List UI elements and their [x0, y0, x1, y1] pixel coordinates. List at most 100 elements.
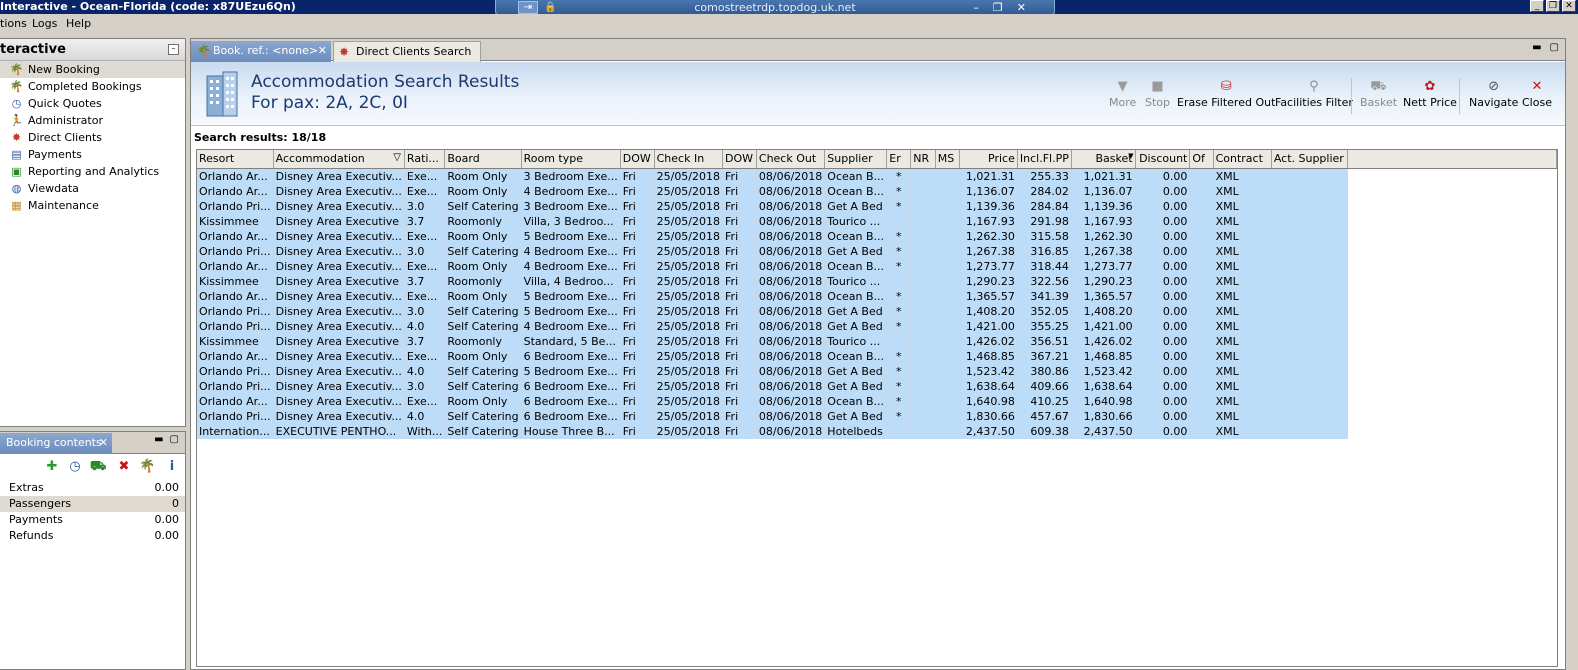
- cell-er: *: [886, 168, 912, 184]
- column-header-nr[interactable]: NR: [910, 150, 936, 169]
- column-header-incl-fl-pp[interactable]: Incl.Fl.PP: [1017, 150, 1072, 169]
- maximize-panel-button[interactable]: ▢: [170, 434, 179, 445]
- table-row[interactable]: Orlando Ar... Disney Area Executiv... Exe.…: [197, 168, 1557, 184]
- nav-item-quick-quotes[interactable]: ◷ Quick Quotes: [0, 95, 185, 112]
- column-header-accommodation[interactable]: Accommodation ▽: [273, 150, 405, 169]
- column-header-rating[interactable]: Rati...: [404, 150, 446, 169]
- column-header-act-supplier[interactable]: Act. Supplier: [1271, 150, 1348, 169]
- delete-icon[interactable]: ✖: [116, 459, 132, 475]
- column-header-check-in[interactable]: Check In: [654, 150, 724, 169]
- column-header-of[interactable]: Of: [1189, 150, 1214, 169]
- basket-button[interactable]: ⛟ Basket: [1360, 78, 1397, 109]
- table-row[interactable]: Orlando Ar... Disney Area Executiv... Exe.…: [197, 258, 1557, 274]
- table-row[interactable]: Orlando Pri... Disney Area Executiv... 3.0…: [197, 303, 1557, 319]
- cell-accommodation: Disney Area Executiv...: [273, 228, 405, 244]
- column-header-check-out[interactable]: Check Out: [756, 150, 826, 169]
- column-header-dow-in[interactable]: DOW: [620, 150, 655, 169]
- palm-tree-icon: 🌴: [196, 44, 211, 58]
- close-button[interactable]: ✕ Close: [1522, 78, 1552, 109]
- results-header: Accommodation Search Results For pax: 2A…: [191, 62, 1565, 126]
- cell-room-type: Villa, 3 Bedroo...: [521, 213, 621, 229]
- table-row[interactable]: Kissimmee Disney Area Executive 3.7 Roomonl…: [197, 213, 1557, 229]
- table-row[interactable]: Orlando Ar... Disney Area Executiv... Exe.…: [197, 288, 1557, 304]
- navigate-button[interactable]: ⊘ Navigate: [1469, 78, 1518, 109]
- rdp-minimize-button[interactable]: –: [973, 0, 979, 15]
- cell-resort: Kissimmee: [197, 213, 274, 229]
- nav-item-payments[interactable]: ▤ Payments: [0, 146, 185, 163]
- column-header-dow-out[interactable]: DOW: [722, 150, 757, 169]
- nav-item-completed-bookings[interactable]: 🌴 Completed Bookings: [0, 78, 185, 95]
- cell-er: *: [886, 258, 912, 274]
- table-row[interactable]: Orlando Pri... Disney Area Executiv... 4.0…: [197, 363, 1557, 379]
- rdp-close-button[interactable]: ✕: [1017, 0, 1026, 15]
- minimize-window-button[interactable]: _: [1530, 0, 1544, 12]
- column-header-board[interactable]: Board: [444, 150, 522, 169]
- table-row[interactable]: Orlando Pri... Disney Area Executiv... 4.0…: [197, 408, 1557, 424]
- menu-help[interactable]: Help: [66, 17, 91, 30]
- navigation-panel-title: teractive: [0, 42, 66, 57]
- cell-dow-out: Fri: [722, 318, 757, 334]
- column-header-resort[interactable]: Resort: [197, 150, 274, 169]
- table-row[interactable]: Kissimmee Disney Area Executive 3.7 Roomonl…: [197, 333, 1557, 349]
- nett-price-button[interactable]: ✿ Nett Price: [1403, 78, 1457, 109]
- cell-dow-in: Fri: [620, 333, 655, 349]
- table-row[interactable]: Orlando Ar... Disney Area Executiv... Exe.…: [197, 183, 1557, 199]
- info-icon[interactable]: i: [164, 459, 180, 475]
- nav-item-maintenance[interactable]: ▦ Maintenance: [0, 197, 185, 214]
- nav-item-direct-clients[interactable]: ✸ Direct Clients: [0, 129, 185, 146]
- nav-item-reporting-analytics[interactable]: ▣ Reporting and Analytics: [0, 163, 185, 180]
- filter-icon[interactable]: ▽: [393, 152, 401, 163]
- column-header-room-type[interactable]: Room type: [521, 150, 621, 169]
- menu-actions[interactable]: tions: [0, 17, 27, 30]
- restore-window-button[interactable]: ❐: [1546, 0, 1560, 12]
- rdp-restore-button[interactable]: ❐: [993, 0, 1003, 15]
- erase-filtered-out-button[interactable]: ⛁ Erase Filtered Out: [1177, 78, 1275, 109]
- booking-row-refunds: Refunds 0.00: [0, 528, 185, 544]
- nav-item-label: Quick Quotes: [28, 97, 102, 110]
- column-header-price[interactable]: Price: [959, 150, 1018, 169]
- column-header-contract[interactable]: Contract: [1213, 150, 1272, 169]
- cell-rating: Exe...: [404, 288, 446, 304]
- table-row[interactable]: Orlando Ar... Disney Area Executiv... Exe.…: [197, 348, 1557, 364]
- add-icon[interactable]: ✚: [44, 459, 60, 475]
- facilities-filter-button[interactable]: ⚲ Facilities Filter: [1275, 78, 1353, 109]
- nav-item-administrator[interactable]: 🏃 Administrator: [0, 112, 185, 129]
- cell-contract: XML: [1213, 228, 1272, 244]
- column-header-discount[interactable]: Discount: [1135, 150, 1191, 169]
- table-row[interactable]: Orlando Pri... Disney Area Executiv... 3.0…: [197, 243, 1557, 259]
- cell-resort: Orlando Ar...: [197, 183, 274, 199]
- table-row[interactable]: Orlando Pri... Disney Area Executiv... 4.0…: [197, 318, 1557, 334]
- minimize-editor-button[interactable]: ▬: [1532, 42, 1541, 53]
- more-button[interactable]: ▼ More: [1109, 78, 1136, 109]
- table-row[interactable]: Orlando Ar... Disney Area Executiv... Exe.…: [197, 393, 1557, 409]
- stop-button[interactable]: ■ Stop: [1145, 78, 1170, 109]
- refresh-icon[interactable]: ◷: [67, 459, 83, 475]
- table-row[interactable]: Orlando Ar... Disney Area Executiv... Exe.…: [197, 228, 1557, 244]
- table-row[interactable]: Orlando Pri... Disney Area Executiv... 3.0…: [197, 198, 1557, 214]
- tab-booking-ref[interactable]: 🌴 Book. ref.: <none> ✕: [191, 41, 331, 62]
- close-icon[interactable]: ✕: [318, 44, 327, 57]
- minimize-panel-button[interactable]: ▬: [154, 434, 163, 445]
- column-header-basket[interactable]: Basket ▼: [1071, 150, 1136, 169]
- basket-icon[interactable]: ⛟: [90, 459, 106, 475]
- tab-booking-contents[interactable]: Booking contents ✕: [0, 433, 112, 454]
- table-row[interactable]: Internation... EXECUTIVE PENTHO... With...…: [197, 423, 1557, 439]
- results-table[interactable]: Resort Accommodation ▽ Rati... Board Room typ…: [196, 149, 1558, 667]
- maximize-editor-button[interactable]: ▢: [1550, 42, 1559, 53]
- cell-board: Roomonly: [444, 213, 522, 229]
- cell-basket: 1,421.00: [1071, 318, 1136, 334]
- palm-tree-icon[interactable]: 🌴: [139, 459, 155, 475]
- nav-item-viewdata[interactable]: ◍ Viewdata: [0, 180, 185, 197]
- nav-item-new-booking[interactable]: 🌴 New Booking: [0, 61, 185, 78]
- close-icon[interactable]: ✕: [99, 436, 108, 449]
- menu-logs[interactable]: Logs: [32, 17, 57, 30]
- close-window-button[interactable]: ✕: [1562, 0, 1576, 12]
- minimize-panel-button[interactable]: –: [168, 44, 179, 55]
- column-header-supplier[interactable]: Supplier: [824, 150, 888, 169]
- cell-price: 1,426.02: [959, 333, 1018, 349]
- column-header-er[interactable]: Er: [886, 150, 912, 169]
- table-row[interactable]: Kissimmee Disney Area Executive 3.7 Roomonl…: [197, 273, 1557, 289]
- table-row[interactable]: Orlando Pri... Disney Area Executiv... 3.0…: [197, 378, 1557, 394]
- tab-direct-clients-search[interactable]: ✸ Direct Clients Search: [333, 41, 481, 62]
- column-header-ms[interactable]: MS: [935, 150, 961, 169]
